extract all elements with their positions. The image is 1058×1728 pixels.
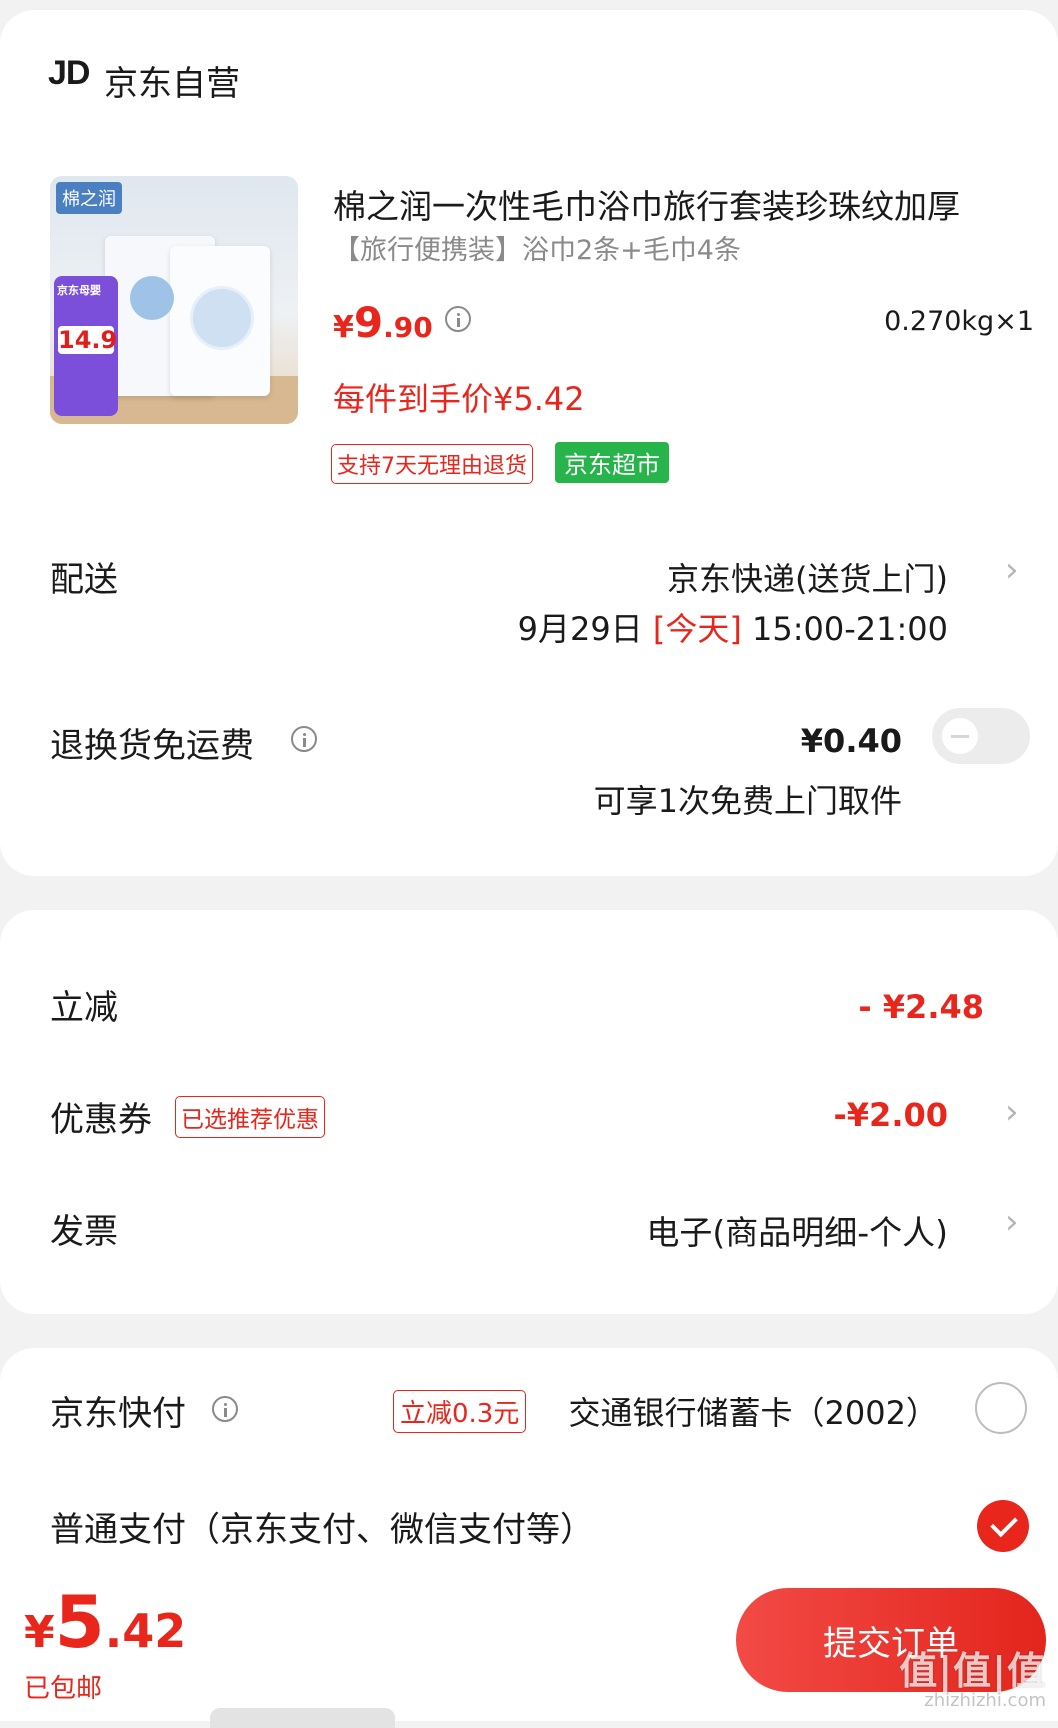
instant-discount-label: 立减 (50, 988, 118, 1028)
shop-name[interactable]: 京东自营 (104, 56, 240, 105)
delivery-method[interactable]: 京东快递(送货上门) (667, 554, 948, 600)
bottom-handle (210, 1708, 395, 1728)
return-shipping-price: ¥0.40 (800, 722, 902, 760)
image-price-badge: 14.9 (58, 326, 118, 354)
return-shipping-note: 可享1次免费上门取件 (593, 782, 902, 820)
invoice-chevron-icon[interactable]: › (1005, 1202, 1019, 1242)
quick-pay-discount-tag: 立减0.3元 (393, 1390, 527, 1433)
invoice-value[interactable]: 电子(商品明细-个人) (646, 1206, 948, 1254)
product-title[interactable]: 棉之润一次性毛巾浴巾旅行套装珍珠纹加厚 (333, 180, 1023, 228)
price-symbol: ¥ (333, 310, 354, 345)
price-decimal: .90 (383, 311, 433, 344)
total-price: ¥5.42 (24, 1580, 186, 1664)
total-decimal: .42 (104, 1604, 187, 1658)
delivery-today: [今天] (652, 610, 742, 648)
normal-pay-radio-checked-icon[interactable] (977, 1500, 1029, 1552)
free-shipping-note: 已包邮 (24, 1674, 103, 1704)
per-item-price: 每件到手价¥5.42 (333, 380, 585, 418)
order-item-card: JD 京东自营 棉之润 京东母婴 14.9 棉之润一次性毛巾浴巾旅行套装珍珠纹加… (0, 10, 1058, 876)
normal-pay-label: 普通支付（京东支付、微信支付等） (50, 1510, 594, 1550)
invoice-label: 发票 (50, 1212, 118, 1252)
return-shipping-label: 退换货免运费 (50, 726, 254, 766)
price-integer: 9 (353, 298, 384, 347)
total-integer: 5 (54, 1580, 105, 1664)
delivery-time[interactable]: 9月29日 [今天] 15:00-21:00 (518, 604, 948, 650)
coupon-recommended-tag: 已选推荐优惠 (175, 1096, 325, 1138)
return-shipping-info-icon[interactable] (291, 726, 317, 752)
price-info-icon[interactable] (445, 306, 471, 332)
watermark-logo: 值|值|值 (899, 1649, 1046, 1693)
delivery-time-range: 15:00-21:00 (752, 610, 948, 648)
product-price: ¥9.90 (333, 298, 433, 347)
image-decoration (130, 276, 174, 320)
coupon-value[interactable]: -¥2.00 (834, 1096, 949, 1134)
delivery-date: 9月29日 (517, 610, 643, 648)
quick-pay-info-icon[interactable] (212, 1396, 238, 1422)
jd-supermarket-tag: 京东超市 (555, 442, 669, 483)
image-promo-text: 京东母婴 (57, 284, 101, 297)
quick-pay-radio[interactable] (975, 1382, 1027, 1434)
quick-pay-bank: 交通银行储蓄卡（2002） (568, 1394, 938, 1432)
delivery-label: 配送 (50, 560, 118, 600)
toggle-knob (942, 718, 978, 754)
return-shipping-toggle[interactable] (932, 708, 1030, 764)
return-policy-tag: 支持7天无理由退货 (331, 444, 533, 484)
image-decoration (190, 286, 254, 350)
delivery-chevron-icon[interactable]: › (1005, 550, 1019, 590)
quick-pay-label: 京东快付 (50, 1394, 186, 1434)
product-image[interactable]: 棉之润 京东母婴 14.9 (50, 176, 298, 424)
total-symbol: ¥ (24, 1607, 55, 1658)
weight-quantity: 0.270kg×1 (884, 306, 1034, 337)
coupon-chevron-icon[interactable]: › (1005, 1092, 1019, 1132)
jd-logo: JD (48, 54, 90, 92)
coupon-label: 优惠券 (50, 1100, 152, 1140)
image-brand-label: 棉之润 (56, 182, 122, 214)
instant-discount-value: - ¥2.48 (858, 988, 984, 1026)
product-spec[interactable]: 【旅行便携装】浴巾2条+毛巾4条 (333, 228, 741, 267)
watermark-url: zhizhizhi.com (924, 1690, 1046, 1711)
